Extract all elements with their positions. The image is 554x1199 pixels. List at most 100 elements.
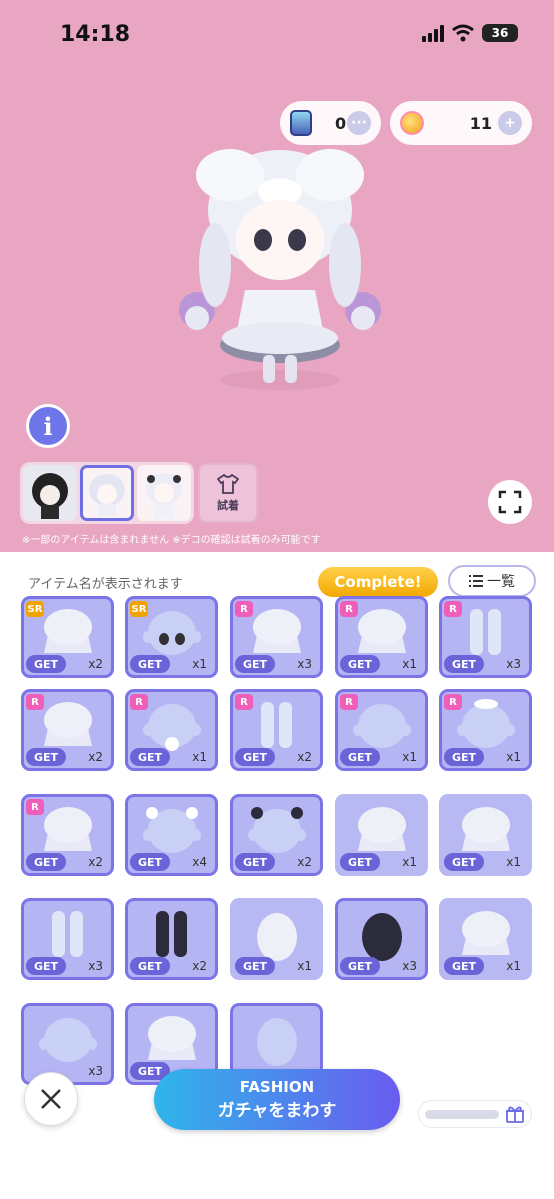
status-time: 14:18 <box>60 22 131 47</box>
outfit-thumbnail[interactable] <box>23 465 77 521</box>
item-card[interactable]: GET x4 <box>125 794 218 876</box>
get-badge: GET <box>26 853 66 871</box>
close-button[interactable] <box>24 1072 78 1126</box>
get-badge: GET <box>444 655 484 673</box>
item-art <box>143 704 201 751</box>
item-art <box>358 807 406 851</box>
plus-icon[interactable]: + <box>498 111 522 135</box>
item-art <box>462 911 510 955</box>
get-badge: GET <box>235 748 275 766</box>
item-count: x3 <box>88 959 103 973</box>
item-count: x2 <box>88 855 103 869</box>
item-count: x2 <box>88 657 103 671</box>
get-badge: GET <box>130 655 170 673</box>
gift-progress[interactable] <box>418 1100 532 1128</box>
item-card[interactable]: SR GET x1 <box>125 596 218 678</box>
item-card[interactable]: GET x1 <box>230 898 323 980</box>
get-badge: GET <box>340 853 380 871</box>
item-card[interactable]: GET x3 <box>335 898 428 980</box>
item-card[interactable]: GET x2 <box>230 794 323 876</box>
item-count: x3 <box>88 1064 103 1078</box>
get-badge: GET <box>340 957 380 975</box>
get-badge: GET <box>340 748 380 766</box>
item-card[interactable]: R GET x2 <box>21 794 114 876</box>
outfit-thumbnails <box>20 462 194 524</box>
item-art <box>39 1018 97 1062</box>
item-card[interactable]: R GET x3 <box>230 596 323 678</box>
shirt-icon <box>217 473 239 494</box>
item-count: x2 <box>297 750 312 764</box>
item-card[interactable]: R GET x2 <box>230 689 323 771</box>
item-count: x3 <box>402 959 417 973</box>
item-count: x2 <box>88 750 103 764</box>
item-card[interactable]: R GET x2 <box>21 689 114 771</box>
item-count: x2 <box>297 855 312 869</box>
preview-note: ※一部のアイテムは含まれません ※デコの確認は試着のみ可能です <box>22 535 321 546</box>
item-art <box>44 609 92 653</box>
item-art <box>362 913 402 961</box>
get-badge: GET <box>444 748 484 766</box>
item-count: x1 <box>506 959 521 973</box>
gacha-button[interactable]: FASHION ガチャをまわす <box>154 1069 400 1130</box>
coin-counter[interactable]: 11 + <box>390 101 532 145</box>
list-button[interactable]: 一覧 <box>448 565 536 597</box>
item-card[interactable]: R GET x1 <box>439 689 532 771</box>
rarity-badge: R <box>340 694 358 710</box>
rarity-badge: R <box>130 694 148 710</box>
get-badge: GET <box>235 853 275 871</box>
item-card[interactable]: GET x1 <box>439 898 532 980</box>
item-card[interactable]: GET x2 <box>125 898 218 980</box>
item-art <box>470 609 501 655</box>
item-card[interactable]: GET x1 <box>439 794 532 876</box>
gem-counter[interactable]: 0 ··· <box>280 101 381 145</box>
avatar-image <box>179 149 381 390</box>
item-count: x1 <box>402 855 417 869</box>
item-art <box>156 911 187 957</box>
item-art <box>253 609 301 653</box>
item-art <box>353 704 411 748</box>
item-count: x1 <box>192 750 207 764</box>
get-badge: GET <box>130 957 170 975</box>
item-count: x2 <box>192 959 207 973</box>
info-button[interactable]: i <box>26 404 70 448</box>
item-card[interactable]: R GET x1 <box>335 596 428 678</box>
fullscreen-button[interactable] <box>488 480 532 524</box>
item-count: x1 <box>297 959 312 973</box>
get-badge: GET <box>340 655 380 673</box>
close-icon <box>41 1089 61 1109</box>
gacha-label-2: ガチャをまわす <box>217 1101 337 1121</box>
item-card[interactable]: x3 <box>21 1003 114 1085</box>
item-art <box>248 807 306 853</box>
item-card[interactable]: R GET x1 <box>125 689 218 771</box>
item-card[interactable]: R GET x3 <box>439 596 532 678</box>
get-badge: GET <box>444 853 484 871</box>
ellipsis-icon[interactable]: ··· <box>347 111 371 135</box>
rarity-badge: R <box>340 601 358 617</box>
item-art <box>143 611 201 655</box>
outfit-thumbnail-selected[interactable] <box>80 465 134 521</box>
item-count: x1 <box>506 750 521 764</box>
outfit-thumbnail[interactable] <box>137 465 191 521</box>
status-icons: 36 <box>422 24 518 42</box>
item-card[interactable]: R GET x1 <box>335 689 428 771</box>
app-screen: 14:18 36 0 ··· 11 + i 試着 ※一部のアイテムは含まれません… <box>0 0 554 1199</box>
item-count: x4 <box>192 855 207 869</box>
rarity-badge: SR <box>130 601 148 617</box>
item-art <box>257 1018 297 1066</box>
item-count: x1 <box>402 750 417 764</box>
gift-icon <box>506 1106 524 1123</box>
item-art <box>257 913 297 961</box>
wifi-icon <box>452 24 474 42</box>
item-card[interactable]: GET x1 <box>335 794 428 876</box>
try-on-button[interactable]: 試着 <box>198 463 258 523</box>
complete-button[interactable]: Complete! <box>318 567 438 597</box>
rarity-badge: R <box>444 601 462 617</box>
item-card[interactable]: GET x3 <box>21 898 114 980</box>
item-count: x3 <box>506 657 521 671</box>
item-art <box>143 807 201 853</box>
gem-icon <box>290 110 312 136</box>
item-art <box>457 699 515 748</box>
get-badge: GET <box>26 748 66 766</box>
get-badge: GET <box>130 853 170 871</box>
item-card[interactable]: SR GET x2 <box>21 596 114 678</box>
